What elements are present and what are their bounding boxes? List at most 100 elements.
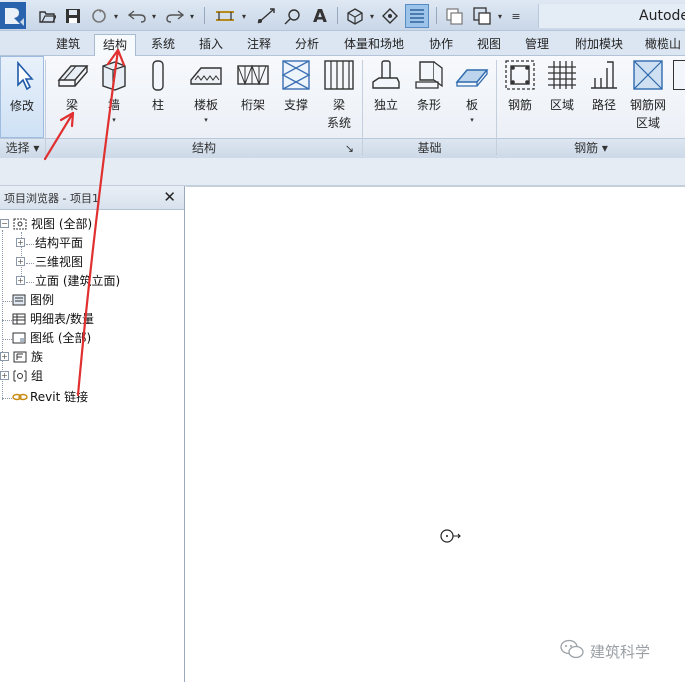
more-tools-button[interactable] bbox=[672, 56, 685, 138]
drawing-canvas[interactable] bbox=[186, 186, 685, 682]
column-icon bbox=[141, 58, 175, 92]
tree-item-label: 族 bbox=[31, 350, 44, 364]
sync-icon[interactable] bbox=[90, 6, 108, 26]
strip-foundation-button[interactable]: 条形 bbox=[408, 56, 450, 138]
tree-item-groups[interactable]: + 组 bbox=[0, 366, 43, 385]
tab-annotate[interactable]: 注释 bbox=[238, 34, 280, 56]
structure-panel-launcher-icon[interactable]: ↘ bbox=[345, 139, 354, 158]
foundation-panel-label: 基础 bbox=[363, 138, 496, 158]
tag-icon[interactable] bbox=[283, 6, 303, 26]
undo-dropdown-icon[interactable]: ▾ bbox=[150, 6, 158, 26]
project-browser: 项目浏览器 - 项目1 ✕ − 视图 (全部) + 结构平面 + 三维视图 + … bbox=[0, 186, 185, 682]
redo-dropdown-icon[interactable]: ▾ bbox=[188, 6, 196, 26]
tree-item-label: 明细表/数量 bbox=[30, 312, 95, 326]
wall-button[interactable]: 墙 ▾ bbox=[94, 56, 134, 138]
expand-toggle-icon[interactable]: + bbox=[16, 257, 25, 266]
foundation-slab-dropdown-icon[interactable]: ▾ bbox=[452, 116, 492, 124]
tab-analyze[interactable]: 分析 bbox=[286, 34, 328, 56]
dimension-icon[interactable] bbox=[256, 6, 276, 26]
app-title: Autodesk bbox=[538, 4, 685, 28]
undo-icon[interactable] bbox=[128, 6, 146, 26]
tree-item-views[interactable]: − 视图 (全部) bbox=[0, 214, 92, 233]
fabric-area-button[interactable]: 钢筋网 区域 bbox=[626, 56, 670, 138]
tree-item-label: 结构平面 bbox=[35, 236, 84, 250]
text-icon[interactable]: A bbox=[310, 6, 330, 27]
expand-toggle-icon[interactable]: + bbox=[0, 371, 9, 380]
customize-icon[interactable]: ≡ bbox=[510, 6, 522, 26]
path-rebar-button[interactable]: 路径 bbox=[584, 56, 624, 138]
expand-toggle-icon[interactable]: + bbox=[16, 276, 25, 285]
tree-item-legends[interactable]: 图例 bbox=[12, 290, 54, 309]
foundation-slab-icon bbox=[455, 58, 489, 92]
path-rebar-icon bbox=[587, 58, 621, 92]
brace-icon bbox=[279, 58, 313, 92]
floor-slab-icon bbox=[189, 58, 223, 92]
quick-access-toolbar: ▾ ▾ ▾ ▾ A ▾ ▾ ≡ Autodesk bbox=[0, 0, 685, 31]
legend-icon bbox=[12, 294, 26, 306]
tree-item-structural-plans[interactable]: + 结构平面 bbox=[16, 233, 83, 252]
tab-collaborate[interactable]: 协作 bbox=[420, 34, 462, 56]
close-icon[interactable]: ✕ bbox=[163, 188, 176, 206]
group-icon bbox=[13, 370, 27, 382]
area-rebar-icon bbox=[545, 58, 579, 92]
tree-item-label: Revit 链接 bbox=[30, 390, 89, 404]
tree-item-families[interactable]: + 族 bbox=[0, 347, 43, 366]
redo-icon[interactable] bbox=[166, 6, 184, 26]
tab-structure[interactable]: 结构 bbox=[94, 34, 136, 56]
thin-lines-icon[interactable] bbox=[405, 4, 429, 28]
tab-massing-site[interactable]: 体量和场地 bbox=[336, 34, 412, 56]
wall-dropdown-icon[interactable]: ▾ bbox=[94, 116, 134, 124]
tab-view[interactable]: 视图 bbox=[468, 34, 510, 56]
beam-system-button[interactable]: 梁 系统 bbox=[318, 56, 360, 138]
switch-windows-icon[interactable] bbox=[472, 6, 492, 26]
beam-icon bbox=[55, 58, 89, 92]
wechat-icon bbox=[560, 639, 584, 663]
truss-button[interactable]: 桁架 bbox=[232, 56, 274, 138]
tab-manage[interactable]: 管理 bbox=[516, 34, 558, 56]
tab-insert[interactable]: 插入 bbox=[190, 34, 232, 56]
3d-view-dropdown-icon[interactable]: ▾ bbox=[368, 6, 376, 26]
sync-dropdown-icon[interactable]: ▾ bbox=[112, 6, 120, 26]
tab-add-ins[interactable]: 附加模块 bbox=[566, 34, 632, 56]
rebar-button[interactable]: 钢筋 bbox=[500, 56, 540, 138]
tab-ganlanshan[interactable]: 橄榄山 bbox=[638, 34, 685, 56]
floor-button[interactable]: 楼板 ▾ bbox=[182, 56, 230, 138]
wall-label: 墙 bbox=[107, 98, 120, 112]
close-hidden-icon[interactable] bbox=[444, 6, 464, 26]
tree-item-label: 立面 (建筑立面) bbox=[35, 274, 121, 288]
wall-icon bbox=[97, 58, 131, 92]
reinforcement-panel-label[interactable]: 钢筋 ▾ bbox=[497, 138, 685, 158]
floor-dropdown-icon[interactable]: ▾ bbox=[182, 116, 230, 124]
foundation-slab-button[interactable]: 板 ▾ bbox=[452, 56, 492, 138]
tab-architecture[interactable]: 建筑 bbox=[46, 34, 90, 56]
measure-icon[interactable] bbox=[214, 6, 236, 26]
section-icon[interactable] bbox=[380, 6, 400, 26]
isolated-foundation-label: 独立 bbox=[373, 98, 398, 112]
save-icon[interactable] bbox=[64, 6, 82, 26]
tree-item-3d-views[interactable]: + 三维视图 bbox=[16, 252, 83, 271]
brace-button[interactable]: 支撑 bbox=[276, 56, 316, 138]
strip-foundation-label: 条形 bbox=[416, 98, 441, 112]
tree-item-label: 视图 (全部) bbox=[31, 217, 93, 231]
modify-button[interactable]: 修改 bbox=[0, 56, 44, 138]
isolated-foundation-button[interactable]: 独立 bbox=[366, 56, 406, 138]
fabric-area-icon bbox=[631, 58, 665, 92]
expand-toggle-icon[interactable]: + bbox=[0, 352, 9, 361]
3d-view-icon[interactable] bbox=[345, 6, 365, 26]
measure-dropdown-icon[interactable]: ▾ bbox=[240, 6, 248, 26]
collapse-toggle-icon[interactable]: − bbox=[0, 219, 9, 228]
tree-item-elevations[interactable]: + 立面 (建筑立面) bbox=[16, 271, 120, 290]
revit-logo-icon[interactable] bbox=[0, 2, 28, 29]
select-panel-label[interactable]: 选择 ▾ bbox=[0, 138, 45, 158]
tree-item-sheets[interactable]: 图纸 (全部) bbox=[12, 328, 91, 347]
tree-item-label: 图纸 (全部) bbox=[30, 331, 92, 345]
column-button[interactable]: 柱 bbox=[138, 56, 178, 138]
area-rebar-button[interactable]: 区域 bbox=[542, 56, 582, 138]
switch-windows-dropdown-icon[interactable]: ▾ bbox=[496, 6, 504, 26]
tree-item-revit-links[interactable]: Revit 链接 bbox=[12, 387, 88, 406]
tab-systems[interactable]: 系统 bbox=[142, 34, 184, 56]
tree-item-schedules[interactable]: 明细表/数量 bbox=[12, 309, 94, 328]
expand-toggle-icon[interactable]: + bbox=[16, 238, 25, 247]
open-icon[interactable] bbox=[38, 6, 56, 26]
beam-button[interactable]: 梁 bbox=[50, 56, 94, 138]
